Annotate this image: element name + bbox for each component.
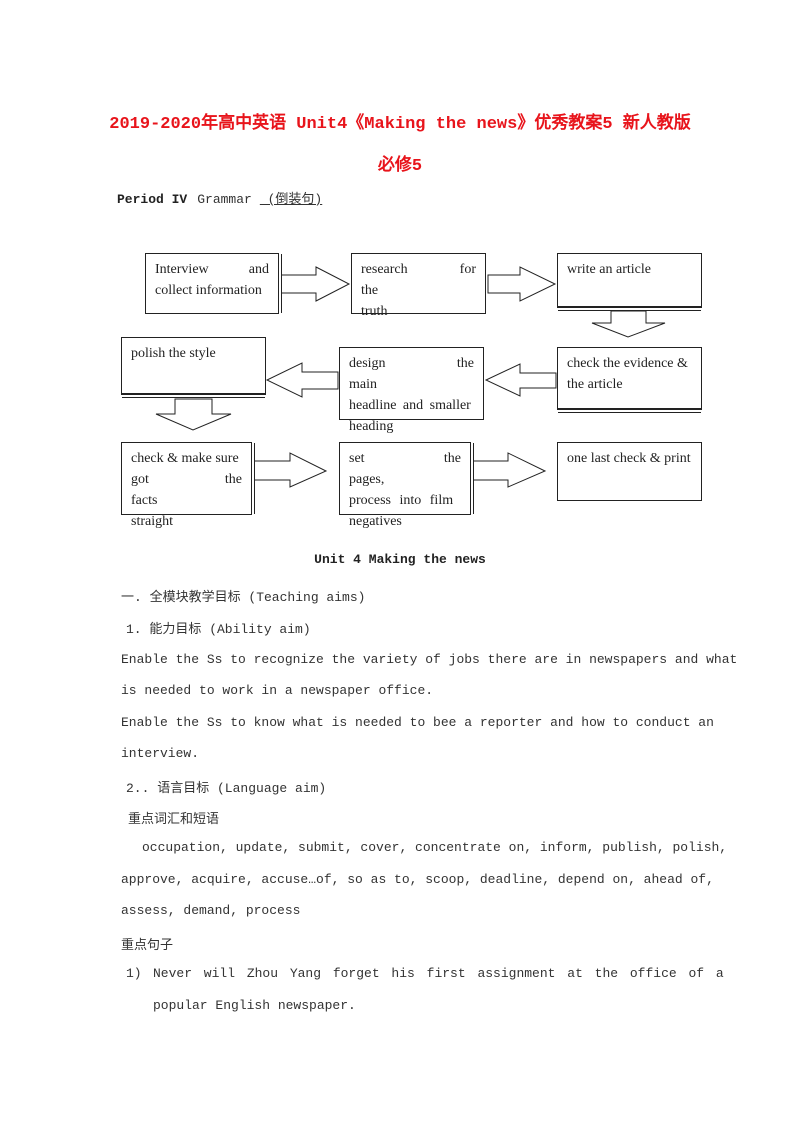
flow-step-write-article: write an article	[557, 253, 702, 308]
arrow-right-7-8	[252, 452, 328, 488]
step-text: negatives	[349, 514, 402, 529]
flow-step-set-pages: set the pages, process into film negativ…	[339, 442, 471, 529]
arrow-right-2-3	[487, 266, 557, 302]
sentence-line: Never will Zhou Yang forget his first as…	[153, 966, 724, 981]
subsection-ability-aim: 1. 能力目标 (Ability aim)	[126, 622, 311, 637]
subsection-language-aim: 2.. 语言目标 (Language aim)	[126, 781, 327, 796]
step-text: research for the	[361, 262, 476, 298]
flow-step-last-check-print: one last check & print	[557, 442, 702, 501]
vocab-line: occupation, update, submit, cover, conce…	[142, 840, 728, 855]
step-text: heading	[349, 419, 394, 434]
paragraph-line: Enable the Ss to know what is needed to …	[121, 715, 714, 730]
step-text: process into film	[349, 493, 454, 508]
flow-step-check-evidence: check the evidence & the article	[557, 347, 702, 410]
step-text: truth	[361, 304, 388, 319]
arrow-down-6-7	[155, 398, 232, 431]
arrow-right-8-9	[472, 452, 547, 488]
step-text: Interview and	[155, 259, 269, 280]
paragraph-line: is needed to work in a newspaper office.	[121, 683, 434, 698]
arrow-down-3-4	[591, 310, 666, 338]
step-text: got the facts	[131, 472, 242, 508]
step-text: check the evidence &	[567, 356, 688, 371]
flow-step-research: research for the truth	[351, 253, 486, 319]
arrow-right-1-2	[280, 266, 351, 302]
step-text: the article	[567, 377, 623, 392]
step-text: check & make sure	[131, 451, 239, 466]
flow-step-interview: Interview and collect information	[145, 253, 279, 314]
arrow-left-4-5	[484, 363, 557, 397]
section-teaching-aims: 一. 全模块教学目标 (Teaching aims)	[121, 590, 366, 605]
step-word: and	[248, 262, 269, 277]
step-text: straight	[131, 514, 173, 529]
paragraph-line: interview.	[121, 746, 200, 761]
flow-step-check-facts: check & make sure got the facts straight	[121, 442, 252, 529]
paragraph-line: Enable the Ss to recognize the variety o…	[121, 652, 738, 667]
step-text: set the pages,	[349, 451, 461, 487]
step-text: design the main	[349, 356, 474, 392]
vocab-line: assess, demand, process	[121, 903, 301, 918]
flow-step-design-headline: design the main headline and smaller hea…	[339, 347, 484, 434]
step-word: Interview	[155, 262, 209, 277]
arrow-left-5-6	[265, 362, 339, 398]
vocab-heading: 重点词汇和短语	[128, 812, 220, 827]
step-text: headline and smaller	[349, 398, 471, 413]
sentence-number: 1)	[126, 966, 142, 981]
step-text: write an article	[567, 262, 651, 277]
unit-heading: Unit 4 Making the news	[314, 552, 486, 567]
step-text: polish the style	[131, 346, 216, 361]
sentence-line: popular English newspaper.	[153, 998, 356, 1013]
step-text: one last check & print	[567, 451, 691, 466]
sentence-heading: 重点句子	[121, 938, 174, 953]
step-text: collect information	[155, 283, 262, 298]
vocab-line: approve, acquire, accuse…of, so as to, s…	[121, 872, 714, 887]
flow-step-polish-style: polish the style	[121, 337, 266, 395]
